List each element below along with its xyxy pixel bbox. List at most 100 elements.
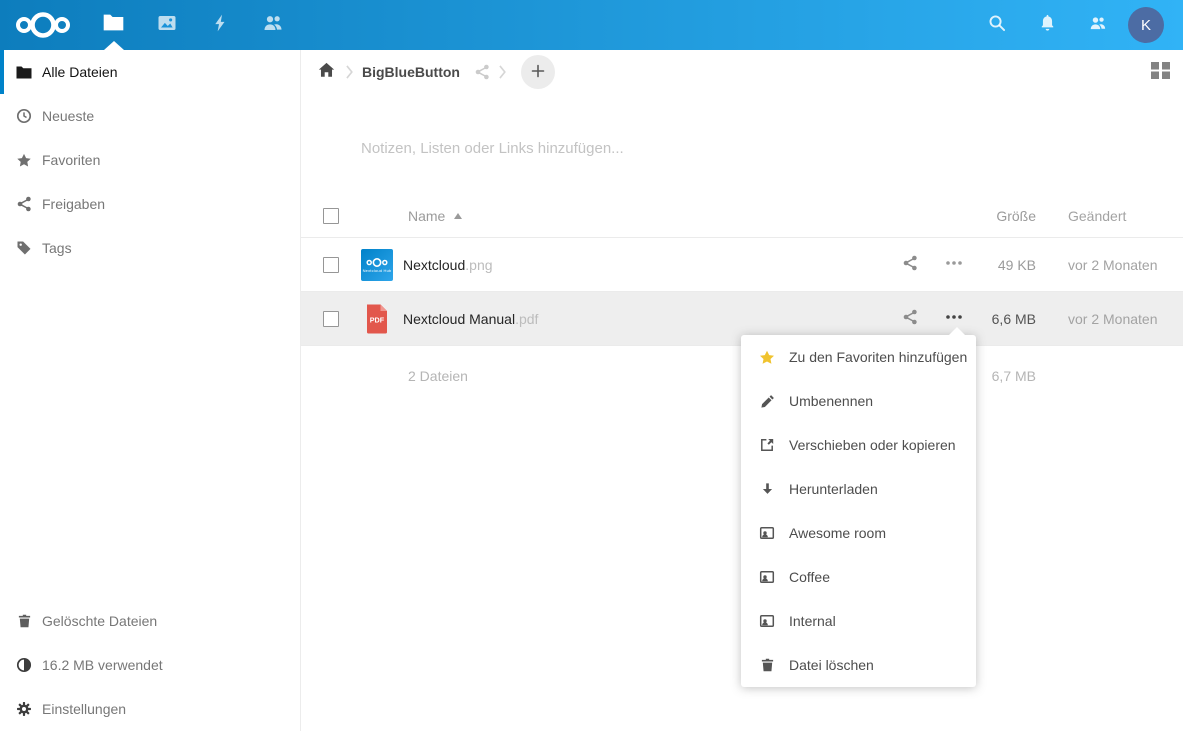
row-checkbox[interactable] <box>323 311 339 327</box>
menu-item-add-to-favorites[interactable]: Zu den Favoriten hinzufügen <box>741 335 976 379</box>
chevron-right-icon <box>499 65 506 79</box>
notifications-button[interactable] <box>1022 0 1072 50</box>
total-size: 6,7 MB <box>976 368 1060 384</box>
rich-workspace: Notizen, Listen oder Links hinzufügen... <box>301 94 1183 194</box>
actions-menu-button[interactable] <box>937 248 971 282</box>
workspace-placeholder[interactable]: Notizen, Listen oder Links hinzufügen... <box>361 140 1183 157</box>
trash-icon <box>16 613 32 629</box>
popover-arrow <box>949 327 965 335</box>
new-file-button[interactable] <box>521 55 555 89</box>
sidebar-item-deleted-files[interactable]: Gelöschte Dateien <box>0 599 300 643</box>
svg-text:PDF: PDF <box>370 315 385 324</box>
file-name[interactable]: Nextcloud.png <box>403 257 493 273</box>
move-copy-icon <box>759 437 775 453</box>
contacts-menu-icon <box>1088 14 1107 37</box>
row-checkbox[interactable] <box>323 257 339 273</box>
app-files-button[interactable] <box>87 0 140 50</box>
nextcloud-logo-icon[interactable] <box>15 7 71 43</box>
sidebar-item-label: Favoriten <box>42 152 100 168</box>
share-icon <box>16 196 32 212</box>
pencil-icon <box>759 393 775 409</box>
app-photos-button[interactable] <box>140 0 193 50</box>
sidebar-item-settings[interactable]: Einstellungen <box>0 687 300 731</box>
sort-by-size-button[interactable]: Größe <box>976 208 1060 224</box>
file-row-nextcloud-png[interactable]: Nextcloud Hub Nextcloud.png <box>301 238 1183 292</box>
grid-icon <box>1151 62 1170 82</box>
tag-icon <box>16 240 32 256</box>
sidebar-item-shares[interactable]: Freigaben <box>0 182 300 226</box>
sidebar-item-label: Gelöschte Dateien <box>42 613 157 629</box>
file-list-header: Name Größe Geändert <box>301 194 1183 238</box>
avatar-initial: K <box>1141 17 1151 34</box>
notifications-bell-icon <box>1039 14 1056 37</box>
file-modified: vor 2 Monaten <box>1060 257 1183 273</box>
file-actions-menu: Zu den Favoriten hinzufügen Umbenennen V… <box>741 335 976 687</box>
menu-item-download[interactable]: Herunterladen <box>741 467 976 511</box>
sidebar-item-label: Neueste <box>42 108 94 124</box>
sidebar-item-favorites[interactable]: Favoriten <box>0 138 300 182</box>
sidebar-item-label: Tags <box>42 240 72 256</box>
grid-view-toggle-button[interactable] <box>1143 55 1177 89</box>
search-icon <box>988 14 1006 37</box>
sort-by-name-button[interactable]: Name <box>361 208 462 224</box>
download-icon <box>759 481 775 497</box>
breadcrumb-share-button[interactable] <box>474 64 490 80</box>
photos-icon <box>157 13 177 38</box>
contacts-menu-button[interactable] <box>1072 0 1122 50</box>
room-icon <box>759 613 775 629</box>
share-icon <box>902 255 918 274</box>
gear-icon <box>16 701 32 717</box>
file-modified: vor 2 Monaten <box>1060 311 1183 327</box>
sidebar-item-label: Freigaben <box>42 196 105 212</box>
file-name[interactable]: Nextcloud Manual.pdf <box>403 311 538 327</box>
more-dots-icon <box>945 309 963 328</box>
sidebar-item-label: Alle Dateien <box>42 64 118 80</box>
select-all-checkbox[interactable] <box>323 208 339 224</box>
star-icon <box>16 152 32 168</box>
sidebar-item-quota[interactable]: 16.2 MB verwendet <box>0 643 300 687</box>
home-icon <box>318 62 335 83</box>
share-button[interactable] <box>893 248 927 282</box>
breadcrumb: BigBlueButton <box>301 50 1183 94</box>
room-icon <box>759 525 775 541</box>
share-icon <box>902 309 918 328</box>
menu-item-room-coffee[interactable]: Coffee <box>741 555 976 599</box>
chevron-right-icon <box>346 65 353 79</box>
sidebar-item-all-files[interactable]: Alle Dateien <box>0 50 300 94</box>
plus-icon <box>530 63 546 82</box>
trash-icon <box>759 657 775 673</box>
sidebar-item-recent[interactable]: Neueste <box>0 94 300 138</box>
folder-icon <box>16 64 32 80</box>
app-contacts-button[interactable] <box>246 0 299 50</box>
clock-icon <box>16 108 32 124</box>
top-bar: K <box>0 0 1183 50</box>
breadcrumb-folder[interactable]: BigBlueButton <box>362 64 460 80</box>
user-avatar[interactable]: K <box>1128 7 1164 43</box>
pdf-file-icon: PDF <box>361 303 393 335</box>
sidebar-item-label: Einstellungen <box>42 701 126 717</box>
share-button[interactable] <box>893 302 927 336</box>
sort-ascending-icon <box>454 213 462 219</box>
file-size: 6,6 MB <box>976 311 1060 327</box>
more-dots-icon <box>945 255 963 274</box>
menu-item-room-awesome-room[interactable]: Awesome room <box>741 511 976 555</box>
app-activity-button[interactable] <box>193 0 246 50</box>
app-navigation: Alle Dateien Neueste Favoriten Freigaben <box>0 50 301 731</box>
menu-item-move-or-copy[interactable]: Verschieben oder kopieren <box>741 423 976 467</box>
file-size: 49 KB <box>976 257 1060 273</box>
sidebar-item-label: 16.2 MB verwendet <box>42 657 163 673</box>
sort-by-modified-button[interactable]: Geändert <box>1060 208 1183 224</box>
menu-item-room-internal[interactable]: Internal <box>741 599 976 643</box>
search-button[interactable] <box>972 0 1022 50</box>
contacts-people-icon <box>262 13 284 38</box>
sidebar-item-tags[interactable]: Tags <box>0 226 300 270</box>
files-folder-icon <box>103 14 124 36</box>
star-icon <box>759 349 775 365</box>
breadcrumb-home-button[interactable] <box>315 57 337 87</box>
png-thumbnail-icon: Nextcloud Hub <box>361 249 393 281</box>
quota-pie-icon <box>16 657 32 673</box>
menu-item-delete-file[interactable]: Datei löschen <box>741 643 976 687</box>
activity-lightning-icon <box>211 13 229 38</box>
menu-item-rename[interactable]: Umbenennen <box>741 379 976 423</box>
room-icon <box>759 569 775 585</box>
